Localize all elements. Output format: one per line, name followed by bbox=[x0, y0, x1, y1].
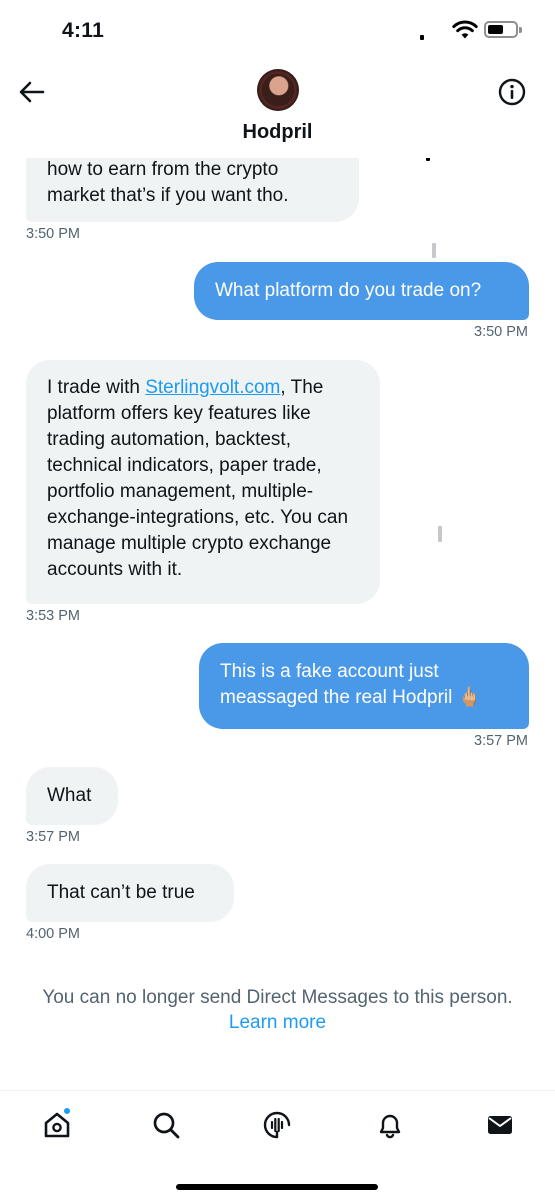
message-timestamp: 3:50 PM bbox=[474, 324, 528, 340]
status-bar: 4:11 bbox=[0, 0, 555, 542]
message-timestamp: 4:00 PM bbox=[26, 926, 80, 942]
tab-spaces[interactable] bbox=[257, 1105, 297, 1145]
message-link[interactable]: Sterlingvolt.com bbox=[145, 377, 280, 398]
notice-text: You can no longer send Direct Messages t… bbox=[42, 987, 513, 1008]
message-bubble-incoming[interactable]: What bbox=[26, 767, 118, 825]
messages-icon bbox=[488, 1116, 512, 1134]
dm-restricted-notice: You can no longer send Direct Messages t… bbox=[0, 985, 555, 1035]
conversation-header: Hodpril bbox=[0, 62, 555, 158]
notification-dot bbox=[63, 1107, 71, 1115]
learn-more-link[interactable]: Learn more bbox=[0, 1010, 555, 1035]
status-time: 4:11 bbox=[62, 19, 105, 42]
tab-messages[interactable] bbox=[480, 1105, 520, 1145]
message-text: , The platform offers key features like … bbox=[47, 377, 349, 580]
tab-home[interactable] bbox=[37, 1105, 77, 1145]
spaces-icon bbox=[263, 1111, 291, 1139]
contact-name[interactable]: Hodpril bbox=[0, 121, 555, 144]
message-bubble-incoming[interactable]: how to earn from the crypto market that’… bbox=[26, 152, 359, 222]
search-icon bbox=[153, 1112, 180, 1139]
wifi-icon bbox=[452, 20, 478, 39]
message-bubble-outgoing[interactable]: What platform do you trade on? bbox=[194, 262, 529, 320]
message-timestamp: 3:50 PM bbox=[26, 226, 80, 242]
battery-icon bbox=[484, 21, 522, 38]
back-arrow-icon bbox=[19, 81, 45, 103]
message-bubble-incoming[interactable]: I trade with Sterlingvolt.com, The platf… bbox=[26, 360, 380, 604]
tab-search[interactable] bbox=[146, 1105, 186, 1145]
message-text: I trade with bbox=[47, 377, 146, 398]
info-button[interactable] bbox=[494, 74, 530, 110]
message-bubble-incoming[interactable]: That can’t be true bbox=[26, 864, 234, 922]
cellular-signal-icon bbox=[420, 23, 446, 542]
message-bubble-outgoing[interactable]: This is a fake account just meassaged th… bbox=[199, 643, 529, 729]
info-icon bbox=[498, 78, 526, 106]
notifications-icon bbox=[379, 1114, 401, 1139]
tab-notifications[interactable] bbox=[370, 1105, 410, 1145]
message-list[interactable]: how to earn from the crypto market that’… bbox=[0, 140, 555, 960]
back-button[interactable] bbox=[14, 74, 50, 110]
message-timestamp: 3:57 PM bbox=[26, 829, 80, 845]
message-timestamp: 3:53 PM bbox=[26, 608, 80, 624]
message-timestamp: 3:57 PM bbox=[474, 733, 528, 749]
home-indicator bbox=[176, 1184, 378, 1190]
avatar[interactable] bbox=[257, 69, 299, 111]
